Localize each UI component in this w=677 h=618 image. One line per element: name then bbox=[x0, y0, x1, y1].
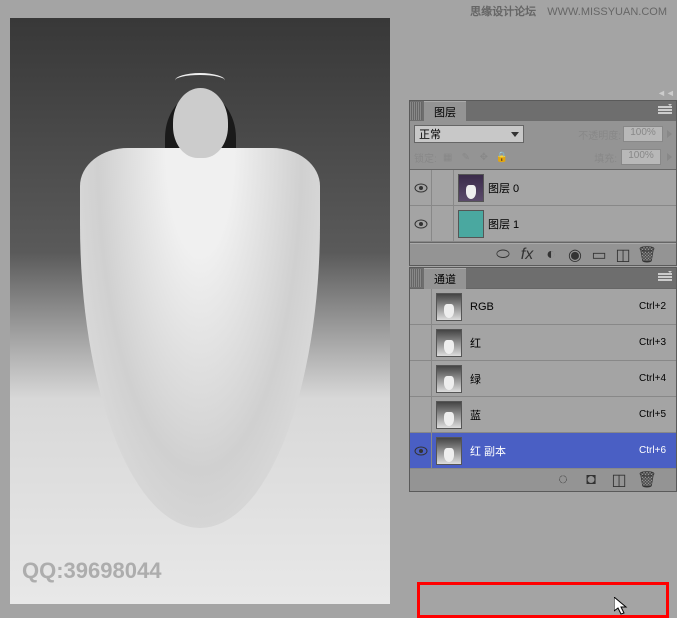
layer-name[interactable]: 图层 0 bbox=[488, 180, 519, 196]
save-selection-button[interactable]: ◘ bbox=[582, 472, 600, 488]
lock-label: 锁定: bbox=[414, 150, 437, 165]
channel-row-green[interactable]: 绿 Ctrl+4 bbox=[410, 361, 676, 397]
visibility-toggle[interactable] bbox=[410, 361, 432, 396]
new-layer-button[interactable]: ◫ bbox=[614, 247, 632, 263]
layer-row[interactable]: 图层 0 bbox=[410, 170, 676, 206]
channels-tab-bar[interactable]: 通道 bbox=[410, 268, 676, 288]
visibility-toggle[interactable] bbox=[410, 170, 432, 205]
fill-input[interactable]: 100% bbox=[621, 149, 661, 165]
layer-name[interactable]: 图层 1 bbox=[488, 216, 519, 232]
collapse-icon[interactable]: ◄◄ bbox=[657, 88, 675, 98]
canvas-area[interactable]: QQ:39698044 bbox=[10, 18, 390, 604]
adjustment-button[interactable]: ◉ bbox=[566, 247, 584, 263]
visibility-toggle[interactable] bbox=[410, 397, 432, 432]
panel-menu-button[interactable] bbox=[658, 104, 672, 116]
channels-panel: 通道 RGB Ctrl+2 红 Ctrl+3 绿 Ctrl+ bbox=[409, 267, 677, 492]
load-selection-button[interactable]: ◌ bbox=[554, 472, 572, 488]
visibility-toggle[interactable] bbox=[410, 325, 432, 360]
qq-watermark: QQ:39698044 bbox=[22, 558, 161, 584]
watermark-header: 思缘设计论坛 WWW.MISSYUAN.COM bbox=[470, 3, 667, 19]
channel-shortcut: Ctrl+2 bbox=[639, 301, 666, 312]
channel-row-rgb[interactable]: RGB Ctrl+2 bbox=[410, 289, 676, 325]
layers-tab[interactable]: 图层 bbox=[424, 101, 466, 122]
channel-thumbnail[interactable] bbox=[436, 329, 462, 357]
watermark-site-url: WWW.MISSYUAN.COM bbox=[547, 6, 667, 18]
link-layers-button[interactable]: ⬭ bbox=[494, 247, 512, 263]
fill-label: 填充: bbox=[594, 150, 617, 165]
lock-brush-icon[interactable]: ✎ bbox=[459, 150, 473, 164]
new-channel-button[interactable]: ◫ bbox=[610, 472, 628, 488]
panel-grip-icon[interactable] bbox=[410, 102, 422, 120]
channels-tab[interactable]: 通道 bbox=[424, 268, 466, 289]
channel-name: 红 副本 bbox=[470, 443, 506, 459]
annotation-highlight bbox=[417, 582, 669, 618]
lock-move-icon[interactable]: ✥ bbox=[477, 150, 491, 164]
channel-name: 绿 bbox=[470, 371, 481, 387]
channel-shortcut: Ctrl+4 bbox=[639, 373, 666, 384]
chevron-down-icon bbox=[511, 132, 519, 137]
opacity-label: 不透明度: bbox=[578, 127, 621, 142]
channel-thumbnail[interactable] bbox=[436, 293, 462, 321]
layer-thumbnail[interactable] bbox=[458, 174, 484, 202]
channel-shortcut: Ctrl+3 bbox=[639, 337, 666, 348]
visibility-toggle[interactable] bbox=[410, 289, 432, 324]
group-button[interactable]: ▭ bbox=[590, 247, 608, 263]
mask-button[interactable]: ◐ bbox=[542, 247, 560, 263]
eye-icon bbox=[414, 219, 428, 229]
trash-button[interactable]: 🗑 bbox=[638, 247, 656, 263]
layer-row[interactable]: 图层 1 bbox=[410, 206, 676, 242]
channel-name: RGB bbox=[470, 301, 494, 313]
panel-grip-icon[interactable] bbox=[410, 269, 422, 287]
layers-panel: 图层 正常 不透明度: 100% 锁定: ▦ ✎ ✥ 🔒 填充: 100% bbox=[409, 100, 677, 266]
eye-icon bbox=[414, 446, 428, 456]
link-col[interactable] bbox=[432, 206, 454, 241]
eye-icon bbox=[414, 183, 428, 193]
channels-footer: ◌ ◘ ◫ 🗑 bbox=[410, 469, 676, 491]
trash-button[interactable]: 🗑 bbox=[638, 472, 656, 488]
channel-thumbnail[interactable] bbox=[436, 365, 462, 393]
cursor-icon bbox=[614, 597, 630, 617]
channel-thumbnail[interactable] bbox=[436, 401, 462, 429]
layers-footer: ⬭ fx ◐ ◉ ▭ ◫ 🗑 bbox=[410, 243, 676, 265]
lock-row: 锁定: ▦ ✎ ✥ 🔒 填充: 100% bbox=[410, 147, 676, 169]
blend-mode-select[interactable]: 正常 bbox=[414, 125, 524, 143]
fx-button[interactable]: fx bbox=[518, 247, 536, 263]
layers-controls: 正常 不透明度: 100% bbox=[410, 121, 676, 147]
layer-thumbnail[interactable] bbox=[458, 210, 484, 238]
watermark-site-cn: 思缘设计论坛 bbox=[470, 6, 536, 18]
channel-row-red[interactable]: 红 Ctrl+3 bbox=[410, 325, 676, 361]
channel-row-red-copy[interactable]: 红 副本 Ctrl+6 bbox=[410, 433, 676, 469]
visibility-toggle[interactable] bbox=[410, 433, 432, 468]
fill-flyout-icon[interactable] bbox=[667, 153, 672, 161]
lock-transparency-icon[interactable]: ▦ bbox=[441, 150, 455, 164]
channel-list: RGB Ctrl+2 红 Ctrl+3 绿 Ctrl+4 蓝 Ctrl+5 bbox=[410, 288, 676, 469]
layers-tab-bar[interactable]: 图层 bbox=[410, 101, 676, 121]
lock-all-icon[interactable]: 🔒 bbox=[495, 150, 509, 164]
channel-name: 蓝 bbox=[470, 407, 481, 423]
channel-shortcut: Ctrl+6 bbox=[639, 445, 666, 456]
photo-bride bbox=[10, 18, 390, 604]
link-col[interactable] bbox=[432, 170, 454, 205]
channel-name: 红 bbox=[470, 335, 481, 351]
layer-list: 图层 0 图层 1 bbox=[410, 169, 676, 243]
opacity-flyout-icon[interactable] bbox=[667, 130, 672, 138]
channel-row-blue[interactable]: 蓝 Ctrl+5 bbox=[410, 397, 676, 433]
channel-shortcut: Ctrl+5 bbox=[639, 409, 666, 420]
panels-container: ◄◄ 图层 正常 不透明度: 100% 锁定: ▦ ✎ ✥ 🔒 填充: 100 bbox=[409, 100, 677, 493]
opacity-input[interactable]: 100% bbox=[623, 126, 663, 142]
visibility-toggle[interactable] bbox=[410, 206, 432, 241]
channel-thumbnail[interactable] bbox=[436, 437, 462, 465]
blend-mode-value: 正常 bbox=[419, 126, 441, 142]
panel-menu-button[interactable] bbox=[658, 271, 672, 283]
